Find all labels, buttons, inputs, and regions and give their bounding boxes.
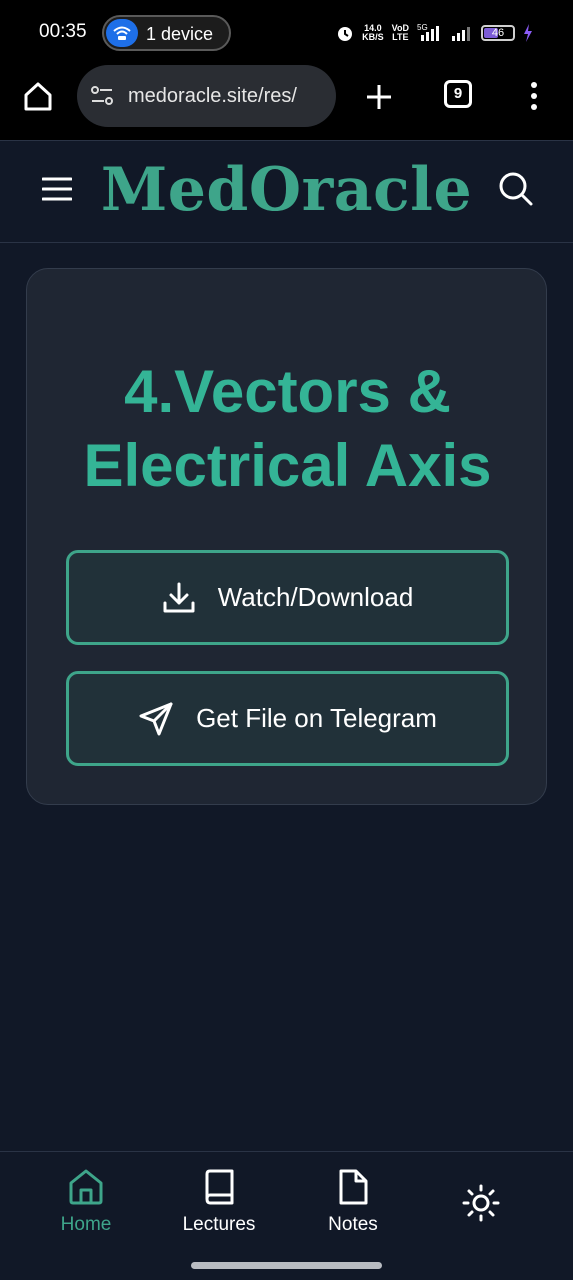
battery-indicator: 46 bbox=[481, 25, 515, 41]
tab-switcher-button[interactable]: 9 bbox=[444, 80, 472, 108]
address-bar[interactable]: medoracle.site/res/ bbox=[77, 65, 336, 127]
alarm-icon bbox=[338, 27, 353, 41]
status-time: 00:35 bbox=[39, 21, 87, 42]
gesture-bar bbox=[191, 1262, 382, 1269]
send-icon bbox=[139, 702, 173, 735]
download-icon bbox=[163, 582, 195, 612]
telegram-button[interactable]: Get File on Telegram bbox=[66, 671, 509, 766]
device-pill-label: 1 device bbox=[146, 24, 214, 44]
home-icon[interactable] bbox=[22, 80, 54, 112]
charging-icon bbox=[524, 24, 532, 42]
resource-card: 4.Vectors & Electrical Axis Watch/Downlo… bbox=[26, 268, 547, 805]
hotspot-icon bbox=[106, 19, 138, 47]
status-icons: 14.0 KB/S VoD LTE 5G 46 bbox=[336, 20, 533, 46]
resource-title: 4.Vectors & Electrical Axis bbox=[83, 358, 492, 499]
site-header: MedOracle bbox=[0, 140, 573, 243]
nav-home[interactable]: Home bbox=[31, 1168, 141, 1236]
volte-indicator: VoD LTE bbox=[391, 23, 409, 42]
nav-lectures[interactable]: Lectures bbox=[164, 1168, 274, 1236]
connected-device-pill[interactable]: 1 device bbox=[102, 15, 231, 51]
sun-icon bbox=[462, 1184, 500, 1222]
telegram-label: Get File on Telegram bbox=[196, 703, 437, 733]
theme-toggle[interactable] bbox=[426, 1184, 536, 1222]
url-text: medoracle.site/res/ bbox=[128, 85, 297, 107]
watch-download-button[interactable]: Watch/Download bbox=[66, 550, 509, 645]
site-logo[interactable]: MedOracle bbox=[0, 155, 573, 225]
book-icon bbox=[205, 1169, 234, 1205]
browser-toolbar: medoracle.site/res/ 9 bbox=[0, 64, 573, 140]
status-bar: 00:35 1 device 14.0 KB/S VoD LTE 5G 46 bbox=[0, 0, 573, 64]
nav-notes[interactable]: Notes bbox=[298, 1168, 408, 1236]
site-settings-icon[interactable] bbox=[90, 85, 114, 107]
svg-text:5G: 5G bbox=[417, 23, 428, 32]
signal-icon bbox=[452, 27, 470, 41]
bottom-navigation: Home Lectures Notes bbox=[0, 1151, 573, 1280]
search-icon[interactable] bbox=[498, 171, 534, 207]
watch-download-label: Watch/Download bbox=[217, 582, 414, 612]
home-icon bbox=[69, 1169, 103, 1205]
network-speed: 14.0 KB/S bbox=[362, 23, 384, 42]
file-icon bbox=[339, 1169, 368, 1205]
new-tab-icon[interactable] bbox=[365, 83, 393, 111]
signal-5g-icon: 5G bbox=[417, 23, 439, 41]
more-options-icon[interactable] bbox=[529, 81, 539, 111]
